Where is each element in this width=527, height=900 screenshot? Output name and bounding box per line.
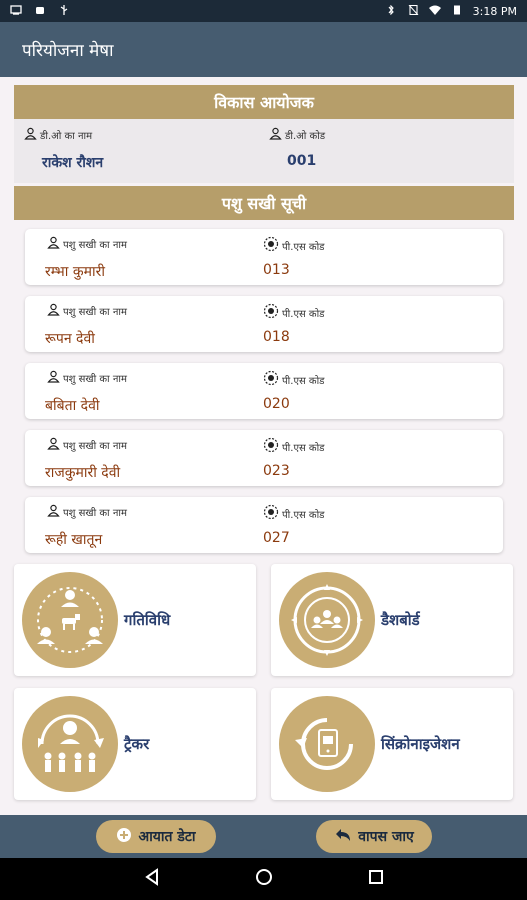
tile-tracker-label: ट्रैकर (124, 735, 150, 753)
app-title: परियोजना मेषा (22, 41, 114, 61)
person-icon (47, 370, 60, 386)
person-icon (47, 504, 60, 520)
person-icon (47, 303, 60, 319)
tile-activity[interactable]: गतिविधि (14, 564, 256, 676)
sakhi-code: 013 (263, 262, 290, 278)
sakhi-code: 020 (263, 396, 290, 412)
sakhi-name-label: पशु सखी का नाम (47, 437, 127, 453)
sakhi-name-label: पशु सखी का नाम (47, 370, 127, 386)
badge-icon (263, 236, 279, 255)
sakhi-code-label: पी.एस कोड (263, 236, 325, 255)
sakhi-code: 027 (263, 530, 290, 546)
status-time: 3:18 PM (472, 4, 517, 18)
officer-name: राकेश रौशन (42, 155, 104, 171)
officer-code-label: डी.ओ कोड (269, 127, 325, 143)
sakhi-section-title: पशु सखी सूची (221, 194, 307, 213)
sakhi-code-label: पी.एस कोड (263, 303, 325, 322)
bottom-action-bar: आयात डेटा वापस जाए (0, 815, 527, 858)
go-back-button[interactable]: वापस जाए (316, 820, 432, 853)
officer-info: डी.ओ का नाम डी.ओ कोड राकेश रौशन 001 (14, 119, 514, 183)
officer-code: 001 (287, 153, 317, 169)
sakhi-card[interactable]: पशु सखी का नाम पी.एस कोड राजकुमारी देवी … (25, 430, 503, 486)
go-back-label: वापस जाए (358, 829, 414, 845)
import-data-label: आयात डेटा (138, 829, 196, 845)
sakhi-code-label: पी.एस कोड (263, 504, 325, 523)
sakhi-card[interactable]: पशु सखी का नाम पी.एस कोड रम्भा कुमारी 01… (25, 229, 503, 285)
sakhi-code: 023 (263, 463, 290, 479)
nav-back-button[interactable] (122, 858, 182, 900)
system-nav-bar (0, 858, 527, 900)
screen-icon (10, 4, 22, 18)
person-icon (47, 236, 60, 252)
officer-section-title: विकास आयोजक (214, 93, 314, 112)
officer-section-header: विकास आयोजक (14, 85, 514, 119)
sakhi-code-label: पी.एस कोड (263, 370, 325, 389)
sakhi-code-label: पी.एस कोड (263, 437, 325, 456)
tile-activity-label: गतिविधि (124, 611, 171, 629)
officer-name-label: डी.ओ का नाम (24, 127, 92, 143)
person-icon (24, 127, 37, 143)
person-icon (47, 437, 60, 453)
battery-icon (451, 5, 463, 18)
wifi-icon (428, 5, 441, 18)
sync-icon (279, 696, 375, 792)
sakhi-card[interactable]: पशु सखी का नाम पी.एस कोड रूही खातून 027 (25, 497, 503, 553)
app-bar: परियोजना मेषा (0, 22, 527, 77)
import-data-button[interactable]: आयात डेटा (96, 820, 216, 853)
sakhi-card[interactable]: पशु सखी का नाम पी.एस कोड बबिता देवी 020 (25, 363, 503, 419)
circle-home-icon (255, 868, 273, 890)
tile-sync[interactable]: सिंक्रोनाइजेशन (271, 688, 513, 800)
sakhi-name-label: पशु सखी का नाम (47, 504, 127, 520)
tile-tracker[interactable]: ट्रैकर (14, 688, 256, 800)
tile-dashboard-label: डैशबोर्ड (381, 611, 420, 629)
sakhi-card[interactable]: पशु सखी का नाम पी.एस कोड रूपन देवी 018 (25, 296, 503, 352)
square-recents-icon (368, 869, 384, 889)
status-bar: 3:18 PM (0, 0, 527, 22)
sakhi-name: रूपन देवी (45, 331, 95, 347)
main-content: विकास आयोजक डी.ओ का नाम डी.ओ कोड राकेश र… (0, 77, 527, 815)
sakhi-name: बबिता देवी (45, 398, 100, 414)
triangle-back-icon (143, 868, 161, 890)
sakhi-name: राजकुमारी देवी (45, 465, 121, 481)
tile-sync-label: सिंक्रोनाइजेशन (381, 735, 460, 753)
back-arrow-icon (334, 827, 352, 847)
tile-dashboard[interactable]: डैशबोर्ड (271, 564, 513, 676)
badge-icon (263, 504, 279, 523)
badge-icon (263, 303, 279, 322)
sakhi-code: 018 (263, 329, 290, 345)
badge-icon (263, 370, 279, 389)
tracker-icon (22, 696, 118, 792)
person-icon (269, 127, 282, 143)
usb-icon (58, 4, 70, 18)
nav-home-button[interactable] (234, 858, 294, 900)
dashboard-icon (279, 572, 375, 668)
nav-recents-button[interactable] (346, 858, 406, 900)
sakhi-section-header: पशु सखी सूची (14, 186, 514, 220)
sakhi-name: रूही खातून (45, 532, 103, 548)
android-icon (34, 5, 46, 18)
sakhi-name-label: पशु सखी का नाम (47, 303, 127, 319)
no-sim-icon (407, 4, 419, 18)
badge-icon (263, 437, 279, 456)
bluetooth-icon (385, 4, 397, 18)
activity-icon (22, 572, 118, 668)
add-circle-icon (116, 827, 132, 847)
sakhi-name-label: पशु सखी का नाम (47, 236, 127, 252)
sakhi-name: रम्भा कुमारी (45, 264, 105, 280)
